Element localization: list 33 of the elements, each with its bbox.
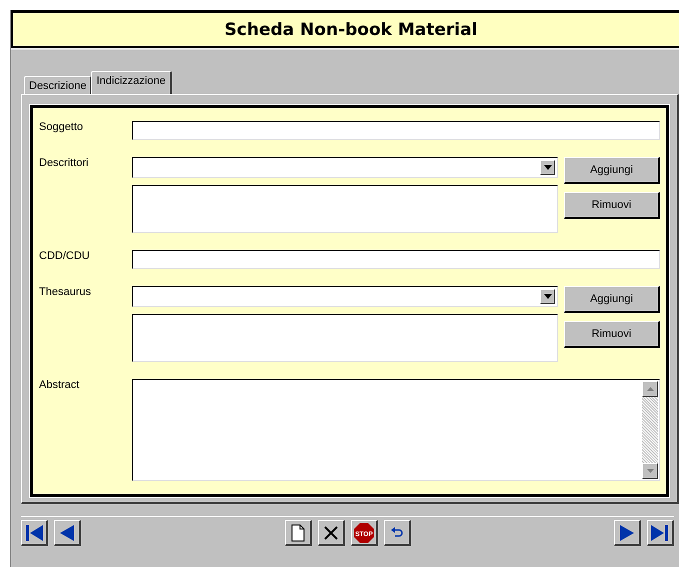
- list-box[interactable]: [132, 314, 558, 362]
- field-label: Abstract: [39, 379, 80, 393]
- button[interactable]: Aggiungi: [564, 157, 660, 184]
- dropdown-field[interactable]: [132, 157, 558, 178]
- field-label: Thesaurus: [39, 286, 92, 300]
- tab[interactable]: Descrizione: [24, 76, 92, 94]
- dropdown-field[interactable]: [132, 286, 558, 307]
- last-record-button[interactable]: [647, 520, 674, 546]
- field-label: Soggetto: [39, 121, 84, 135]
- button[interactable]: Rimuovi: [564, 321, 660, 348]
- list-box[interactable]: [132, 185, 558, 233]
- scroll-down-icon[interactable]: [642, 463, 658, 479]
- field-label: Descrittori: [39, 157, 90, 171]
- scroll-up-icon[interactable]: [642, 381, 658, 397]
- tab[interactable]: Indicizzazione: [91, 71, 172, 94]
- button[interactable]: Rimuovi: [564, 192, 660, 219]
- next-record-button[interactable]: [614, 520, 641, 546]
- first-record-button[interactable]: [21, 520, 48, 546]
- undo-button[interactable]: [384, 520, 410, 546]
- field-label: CDD/CDU: [39, 250, 91, 264]
- close-icon: [322, 524, 338, 540]
- previous-record-button[interactable]: [54, 520, 81, 546]
- button[interactable]: Aggiungi: [564, 286, 660, 313]
- close-button[interactable]: [318, 520, 344, 546]
- first-record-icon: [23, 522, 45, 542]
- text-field[interactable]: [132, 250, 660, 269]
- last-record-icon: [649, 522, 671, 542]
- text-field[interactable]: [132, 121, 660, 140]
- document-button[interactable]: [284, 520, 312, 546]
- scrollbar[interactable]: [642, 381, 658, 479]
- document-icon: [290, 524, 304, 542]
- undo-icon: [390, 526, 404, 538]
- window-title: Scheda Non-book Material: [224, 20, 478, 40]
